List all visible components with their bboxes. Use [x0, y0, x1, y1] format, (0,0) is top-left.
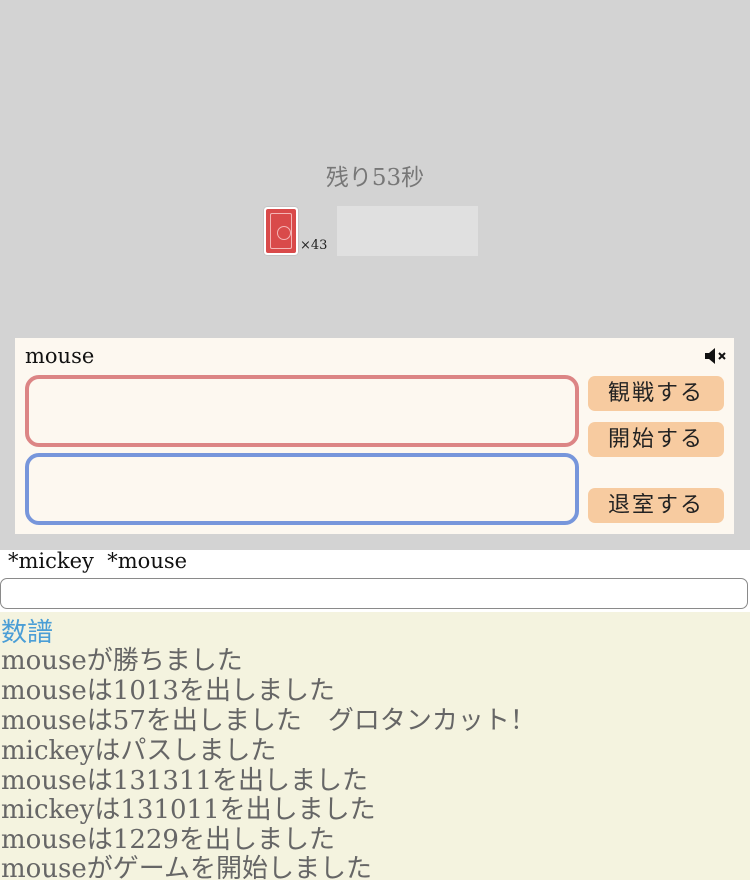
- leave-room-button[interactable]: 退室する: [588, 488, 724, 523]
- hand-area-red[interactable]: [25, 375, 579, 447]
- deck-card-back[interactable]: [264, 207, 298, 255]
- countdown-timer: 残り53秒: [325, 165, 425, 191]
- speaker-muted-icon[interactable]: [704, 346, 728, 366]
- player-list: *mickey *mouse: [8, 549, 188, 573]
- card-back-icon: [266, 209, 296, 253]
- player-name: mouse: [25, 344, 95, 368]
- player-panel: mouse 観戦する 開始する 退室する: [15, 338, 734, 534]
- game-log: 数譜 mouseが勝ちました mouseは1013を出しました mouseは57…: [0, 612, 750, 880]
- game-board: 残り53秒 ×43 mouse 観戦する 開始する 退室する: [0, 0, 750, 550]
- start-button[interactable]: 開始する: [588, 422, 724, 457]
- spectate-button[interactable]: 観戦する: [588, 376, 724, 411]
- play-field: [337, 206, 478, 256]
- deck-count: ×43: [300, 238, 328, 253]
- chat-input[interactable]: [0, 578, 748, 609]
- hand-area-blue[interactable]: [25, 453, 579, 525]
- log-line: mouseがゲームを開始しました: [1, 854, 373, 880]
